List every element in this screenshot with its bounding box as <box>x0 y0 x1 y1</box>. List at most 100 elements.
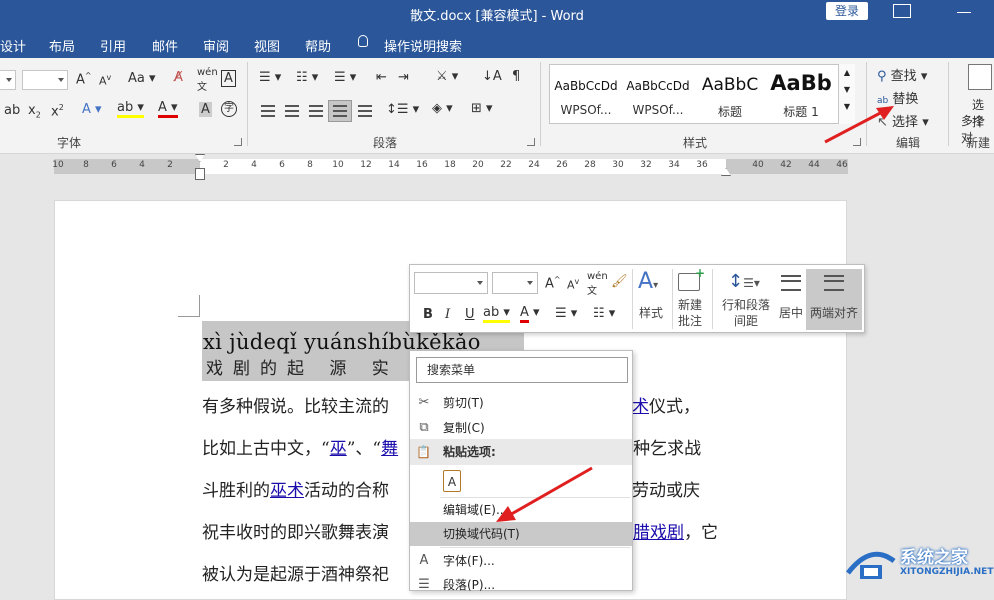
chevron-up-icon[interactable]: ▲ <box>839 68 855 77</box>
mini-italic-button[interactable]: I <box>445 307 450 322</box>
style-item-wps-2[interactable]: AaBbCcDd WPSOf... <box>622 65 694 123</box>
bullets-icon[interactable]: ☰ ▾ <box>259 70 281 85</box>
shading-icon[interactable]: ◈ ▾ <box>432 101 453 116</box>
increase-indent-icon[interactable]: ⇥ <box>398 70 409 85</box>
chinese-layout-icon[interactable]: ⚔ ▾ <box>436 69 458 84</box>
font-icon: A <box>419 553 429 568</box>
link-greek-drama[interactable]: 腊戏剧 <box>633 523 684 543</box>
annotation-arrow-toggle <box>496 466 593 522</box>
link-wu-dance[interactable]: 舞 <box>381 439 398 459</box>
numbering-icon[interactable]: ☷ ▾ <box>296 70 318 85</box>
mini-numbering-icon[interactable]: ☷ ▾ <box>593 306 615 321</box>
align-center-icon[interactable] <box>285 105 299 117</box>
character-shading-icon[interactable]: A <box>199 102 212 117</box>
mini-justify-label[interactable]: 两端对齐 <box>806 305 862 321</box>
link-wu[interactable]: 巫 <box>330 439 347 459</box>
body-line-5[interactable]: 被认为是起源于酒神祭祀 <box>202 560 389 585</box>
text-effects-icon[interactable]: A ▾ <box>82 102 102 117</box>
align-right-icon[interactable] <box>309 105 323 117</box>
find-button[interactable]: ⚲ 查找 ▾ <box>877 65 927 84</box>
keep-text-only-icon[interactable]: A <box>443 470 461 492</box>
mini-phonetic-guide-icon[interactable]: wén 文 <box>587 271 608 297</box>
mini-styles-label[interactable]: 样式 <box>636 305 666 321</box>
mini-underline-button[interactable]: U <box>465 307 475 322</box>
style-item-wps-1[interactable]: AaBbCcDd WPSOf... <box>550 65 622 123</box>
clear-formatting-icon[interactable]: A̸ <box>174 70 183 85</box>
font-size-combo[interactable] <box>22 70 68 90</box>
justify-button[interactable] <box>328 100 352 122</box>
ruler-number: 8 <box>83 160 89 170</box>
left-indent-marker[interactable] <box>195 168 205 180</box>
menu-item-font[interactable]: A 字体(F)... <box>410 549 632 573</box>
ruler-number: 10 <box>332 160 344 170</box>
subscript-icon[interactable]: x2 <box>28 103 41 120</box>
line-spacing-icon[interactable]: ↕☰ ▾ <box>386 102 419 117</box>
mini-center-label[interactable]: 居中 <box>774 305 808 321</box>
tab-references[interactable]: 引用 <box>100 36 126 55</box>
mini-bold-button[interactable]: B <box>423 307 433 322</box>
ruler-number: 32 <box>640 160 652 170</box>
heading-text[interactable]: 戏剧的起 源 实 <box>206 354 399 379</box>
superscript-icon[interactable]: x2 <box>51 103 64 119</box>
paragraph-group-label: 段落 <box>373 136 398 150</box>
menu-item-paragraph[interactable]: ☰ 段落(P)... <box>410 573 632 597</box>
mini-format-painter-icon[interactable]: 🖌 <box>611 274 628 289</box>
tab-help[interactable]: 帮助 <box>305 36 331 55</box>
highlight-color-icon[interactable]: ab ▾ <box>117 100 144 118</box>
mini-styles-icon[interactable]: A▾ <box>638 269 658 294</box>
mini-font-color-button[interactable]: A ▾ <box>520 305 540 323</box>
tab-layout[interactable]: 布局 <box>49 36 75 55</box>
borders-icon[interactable]: ⊞ ▾ <box>471 101 493 116</box>
minimize-icon[interactable] <box>957 12 971 13</box>
character-border-icon[interactable]: A <box>221 70 236 87</box>
distributed-icon[interactable] <box>358 105 372 117</box>
ribbon-display-options-icon[interactable] <box>893 4 911 18</box>
mini-highlight-icon[interactable]: ab ▾ <box>483 305 510 323</box>
decrease-indent-icon[interactable]: ⇤ <box>376 70 387 85</box>
tab-design[interactable]: 设计 <box>0 36 26 55</box>
show-hide-marks-icon[interactable]: ¶ <box>512 69 520 84</box>
sort-icon[interactable]: ↓A <box>482 69 502 84</box>
tab-view[interactable]: 视图 <box>254 36 280 55</box>
tell-me-search[interactable]: 操作说明搜索 <box>384 36 462 55</box>
shrink-font-icon[interactable]: Av <box>99 73 111 88</box>
paragraph-dialog-launcher-icon[interactable] <box>527 138 535 146</box>
horizontal-ruler[interactable]: 10 8 6 4 2 2 4 6 8 10 12 14 16 18 20 22 24 26 28 30 32 34 36 40… <box>0 154 994 180</box>
login-button[interactable]: 登录 <box>826 2 868 20</box>
mini-line-spacing-label-1[interactable]: 行和段落 <box>716 297 776 313</box>
style-item-heading[interactable]: AaBbC 标题 <box>694 65 766 123</box>
menu-item-copy[interactable]: ⧉ 复制(C) <box>410 416 632 440</box>
mini-new-comment-label-2[interactable]: 批注 <box>672 313 708 329</box>
mini-line-spacing-label-2[interactable]: 间距 <box>716 313 776 329</box>
tab-review[interactable]: 审阅 <box>203 36 229 55</box>
align-left-icon[interactable] <box>261 105 275 117</box>
multilevel-list-icon[interactable]: ☰ ▾ <box>334 70 356 85</box>
tab-mailings[interactable]: 邮件 <box>152 36 178 55</box>
link-wushu-2[interactable]: 巫术 <box>270 481 304 501</box>
strikethrough-icon[interactable]: ab <box>4 103 20 118</box>
line-spacing-icon-mini[interactable]: ↕☰▾ <box>728 271 760 292</box>
menu-search-input[interactable]: 搜索菜单 <box>416 357 628 383</box>
ruler-number: 42 <box>780 160 792 170</box>
font-dialog-launcher-icon[interactable] <box>234 138 242 146</box>
enclose-characters-icon[interactable]: 字 <box>221 101 237 117</box>
menu-item-cut[interactable]: ✂ 剪切(T) <box>410 391 632 415</box>
font-color-icon[interactable]: A ▾ <box>158 100 178 118</box>
margin-corner-mark <box>178 295 200 317</box>
ruler-number: 6 <box>111 160 117 170</box>
ruler-number: 36 <box>696 160 708 170</box>
mini-grow-font-icon[interactable]: A^ <box>545 275 561 291</box>
new-comment-icon[interactable]: + <box>678 266 705 291</box>
mini-bullets-icon[interactable]: ☰ ▾ <box>555 306 577 321</box>
font-name-combo[interactable] <box>0 70 16 90</box>
mini-new-comment-label-1[interactable]: 新建 <box>672 297 708 313</box>
select-multiple-objects-icon[interactable] <box>968 64 992 90</box>
mini-shrink-font-icon[interactable]: Av <box>567 277 579 292</box>
mini-center-icon[interactable] <box>781 275 801 291</box>
grow-font-icon[interactable]: A^ <box>76 71 92 87</box>
phonetic-guide-icon[interactable]: wén 文 <box>197 67 218 93</box>
change-case-icon[interactable]: Aa ▾ <box>128 71 156 86</box>
chevron-down-icon[interactable]: ▼ <box>839 85 855 94</box>
mini-font-size-combo[interactable] <box>492 272 538 294</box>
mini-font-name-combo[interactable] <box>414 272 488 294</box>
